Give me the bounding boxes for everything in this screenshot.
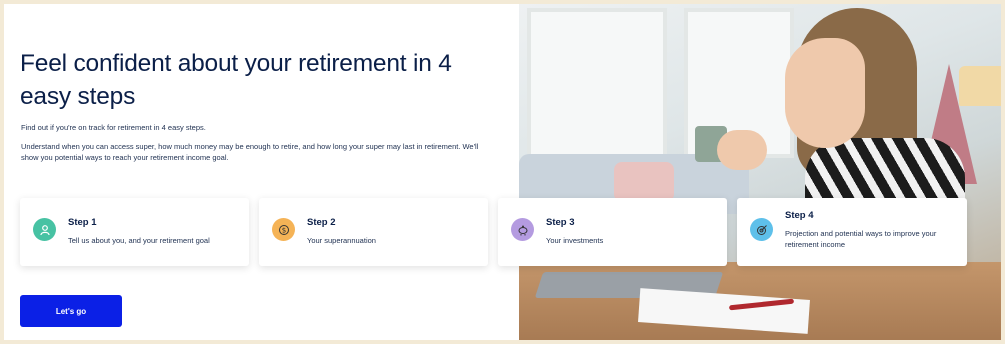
step-label: Step 3 [546, 217, 575, 228]
hero-photo [519, 4, 1001, 340]
step-label: Step 1 [68, 217, 97, 228]
step-card-2: $ Step 2 Your superannuation [259, 198, 488, 266]
intro-text: Find out if you're on track for retireme… [21, 123, 206, 132]
pillow [614, 162, 674, 202]
person-icon [33, 218, 56, 241]
target-icon [750, 218, 773, 241]
step-description: Your investments [546, 236, 604, 245]
step-card-1: Step 1 Tell us about you, and your retir… [20, 198, 249, 266]
window [527, 8, 667, 158]
step-description: Your superannuation [307, 236, 376, 245]
piggy-bank-icon [511, 218, 534, 241]
step-card-4: Step 4 Projection and potential ways to … [737, 198, 967, 266]
lamp [959, 66, 1001, 106]
description-text: Understand when you can access super, ho… [21, 142, 479, 162]
page-title: Feel confident about your retirement in … [20, 50, 452, 110]
lets-go-button[interactable]: Let's go [20, 295, 122, 327]
hero-section: Feel confident about your retirement in … [4, 4, 1001, 340]
svg-text:$: $ [281, 226, 285, 234]
step-label: Step 4 [785, 210, 814, 221]
step-card-3: Step 3 Your investments [498, 198, 727, 266]
step-description: Projection and potential ways to improve… [785, 229, 937, 249]
step-description: Tell us about you, and your retirement g… [68, 236, 210, 245]
dollar-coin-icon: $ [272, 218, 295, 241]
step-label: Step 2 [307, 217, 336, 228]
